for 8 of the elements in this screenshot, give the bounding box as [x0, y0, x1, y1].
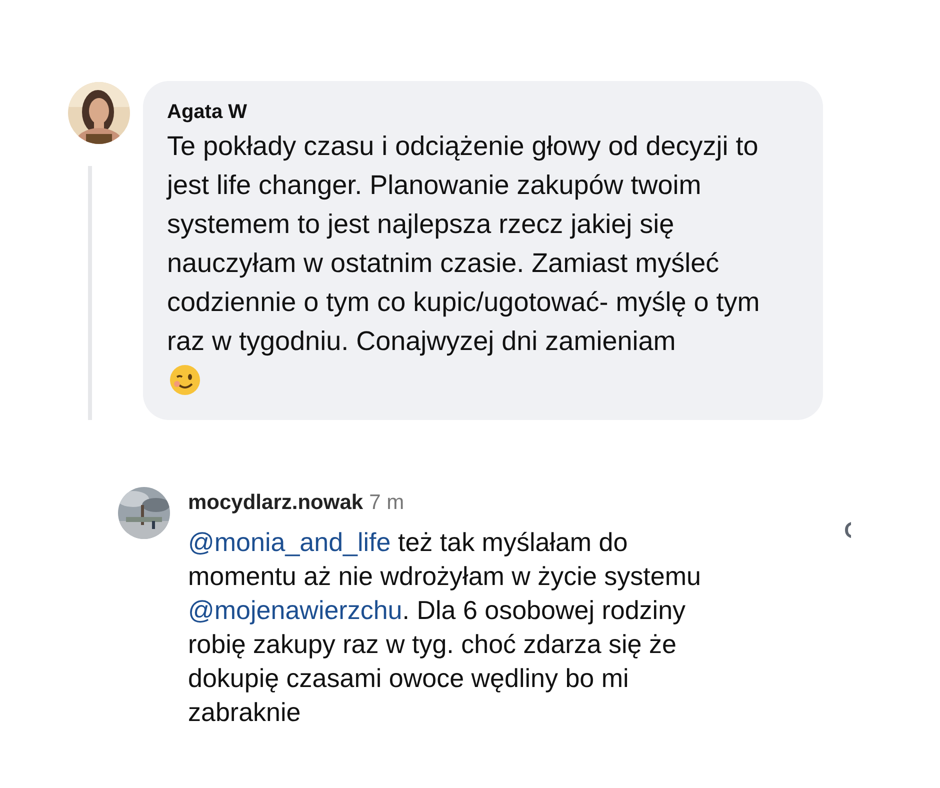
author-name[interactable]: mocydlarz.nowak: [188, 491, 364, 514]
author-name: Agata W: [167, 100, 248, 125]
wink-emoji-icon: [169, 364, 201, 396]
mention-link[interactable]: @monia_and_life: [188, 527, 391, 557]
comment-text: @monia_and_life też tak myślałam do momentu aż nie wdrożyłam w życie systemu @mojenawierzchu. Dla 6 osobowej rodziny robię zakupy raz w tyg. choć zdarza się że dokupię czasami owoce wędliny bo mi zabraknie: [188, 526, 702, 729]
comment-time: 7 m: [369, 491, 404, 514]
mention-link[interactable]: @mojenawierzchu: [188, 595, 402, 625]
comment-text: Te pokłady czasu i odciążenie głowy od decyzji to jest life changer. Planowanie zakupów twoim systemem to jest najlepsza rzecz jakiej się nauczyłam w ostatnim czasie. Zamiast myśleć codziennie o tym co kupic/ugotować- myślę o tym raz w tygodniu. Conajwyzej dni zamieniam: [167, 130, 761, 358]
